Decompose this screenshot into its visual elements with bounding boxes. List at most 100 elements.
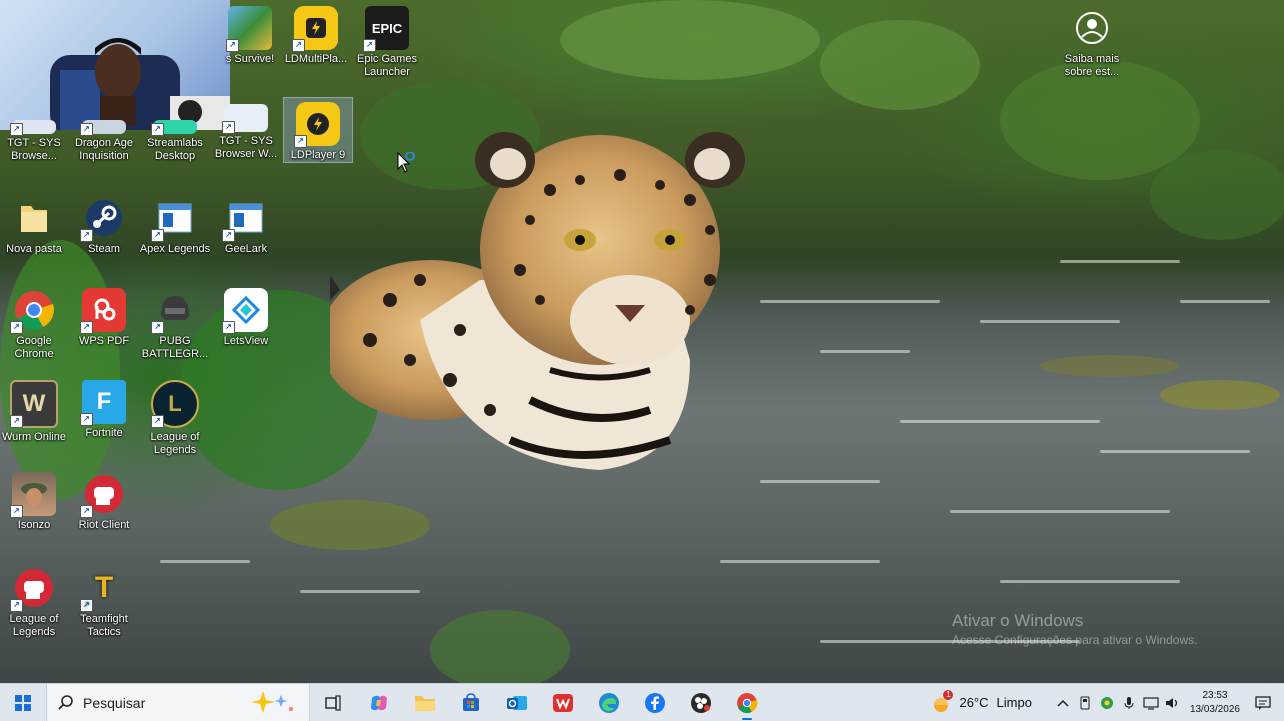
taskbar-wps-office[interactable] bbox=[540, 684, 586, 721]
desktop-icon-geelark[interactable]: ↗ GeeLark bbox=[212, 192, 280, 276]
taskbar-obs-studio[interactable] bbox=[678, 684, 724, 721]
isonzo-soldier-icon: ↗ bbox=[10, 472, 56, 518]
desktop-icon-epic-games[interactable]: EPIC ↗ Epic Games Launcher bbox=[353, 2, 421, 86]
foliage bbox=[270, 500, 430, 550]
weather-alert-badge: 1 bbox=[943, 689, 954, 700]
teamfight-tactics-icon: T ↗ bbox=[80, 566, 126, 612]
geelark-window-icon: ↗ bbox=[222, 196, 268, 242]
network-button[interactable] bbox=[1140, 696, 1162, 710]
search-highlight-sparkle-icon bbox=[251, 691, 293, 713]
edge-browser-icon bbox=[599, 692, 619, 713]
foliage bbox=[820, 20, 980, 110]
network-monitor-icon bbox=[1143, 696, 1159, 710]
notifications-button[interactable] bbox=[1252, 695, 1274, 711]
outlook-icon bbox=[507, 695, 527, 710]
taskbar-copilot[interactable] bbox=[356, 684, 402, 721]
webcam-overlay bbox=[0, 0, 230, 130]
busy-cursor-icon bbox=[397, 152, 415, 173]
riot-fist-icon: ↗ bbox=[10, 566, 56, 612]
start-button[interactable] bbox=[0, 684, 46, 721]
desktop-icon-apex[interactable]: ↗ Apex Legends bbox=[140, 192, 210, 276]
system-tray: 1 26°C Limpo 23:53 13/03/2026 bbox=[931, 684, 1284, 721]
speaker-icon bbox=[1165, 697, 1178, 708]
facebook-icon bbox=[645, 692, 665, 713]
taskbar-outlook[interactable] bbox=[494, 684, 540, 721]
volume-button[interactable] bbox=[1162, 696, 1184, 710]
wurm-online-icon: W ↗ bbox=[10, 380, 58, 428]
tgt-browser-window-icon: ↗ bbox=[222, 104, 268, 134]
person-circle-icon bbox=[1070, 6, 1114, 50]
usb-device-icon bbox=[1080, 696, 1090, 709]
survive-game-icon: ↗ bbox=[226, 6, 272, 52]
desktop-icon-teamfight-tactics[interactable]: T ↗ Teamfight Tactics bbox=[70, 562, 138, 646]
epic-games-icon: EPIC ↗ bbox=[363, 6, 409, 52]
apex-window-icon: ↗ bbox=[151, 196, 197, 242]
steam-icon: ↗ bbox=[80, 196, 126, 242]
taskbar-microsoft-store[interactable] bbox=[448, 684, 494, 721]
taskbar: Pesquisar 1 26°C Limpo 23:53 13/03/2026 bbox=[0, 683, 1284, 721]
windows-logo-icon bbox=[15, 694, 31, 711]
desktop-icon-wps-pdf[interactable]: ↗ WPS PDF bbox=[70, 284, 138, 368]
clock-date: 13/03/2026 bbox=[1189, 703, 1240, 715]
chrome-icon bbox=[737, 692, 758, 713]
show-hidden-icons-button[interactable] bbox=[1052, 699, 1074, 707]
letsview-icon: ↗ bbox=[222, 288, 268, 334]
search-icon bbox=[58, 694, 73, 710]
taskbar-facebook[interactable] bbox=[632, 684, 678, 721]
taskbar-chrome[interactable] bbox=[724, 684, 770, 721]
foliage bbox=[560, 0, 820, 80]
wps-pdf-icon: ↗ bbox=[80, 288, 126, 334]
taskbar-edge[interactable] bbox=[586, 684, 632, 721]
desktop-icon-riot-client[interactable]: ↗ Riot Client bbox=[70, 468, 138, 552]
weather-temperature: 26°C bbox=[959, 695, 989, 710]
foliage bbox=[1040, 355, 1180, 377]
taskbar-clock[interactable]: 23:53 13/03/2026 bbox=[1190, 689, 1240, 717]
watermark-subtitle: Acesse Configurações para ativar o Windo… bbox=[952, 633, 1198, 647]
foliage bbox=[1160, 380, 1280, 410]
desktop-icon-survive[interactable]: ↗ s Survive! bbox=[216, 2, 284, 86]
desktop-icon-wurm-online[interactable]: W ↗ Wurm Online bbox=[0, 376, 68, 460]
taskbar-search-box[interactable]: Pesquisar bbox=[46, 684, 310, 721]
tgt-browser-icon: ↗ bbox=[10, 120, 56, 136]
desktop-icon-steam[interactable]: ↗ Steam bbox=[70, 192, 138, 276]
desktop-icon-chrome[interactable]: ↗ Google Chrome bbox=[0, 284, 68, 368]
search-placeholder: Pesquisar bbox=[83, 694, 146, 711]
riot-fist-icon: ↗ bbox=[80, 472, 126, 518]
desktop-icon-ldmultiplayer[interactable]: ↗ LDMultiPla... bbox=[282, 2, 350, 86]
desktop-icon-tgt-sys-2[interactable]: ↗ TGT - SYS Browser W... bbox=[212, 104, 280, 188]
streamlabs-icon: ↗ bbox=[151, 120, 197, 136]
store-bag-icon bbox=[463, 692, 479, 711]
desktop-icon-league-of-legends-1[interactable]: L ↗ League of Legends bbox=[141, 376, 209, 460]
microphone-button[interactable] bbox=[1118, 696, 1140, 710]
windows-activation-watermark: Ativar o Windows Acesse Configurações pa… bbox=[952, 611, 1197, 647]
folder-icon bbox=[12, 196, 56, 240]
desktop-icon-fortnite[interactable]: F ↗ Fortnite bbox=[70, 376, 138, 460]
webcam-person-image bbox=[50, 38, 230, 130]
chevron-up-icon bbox=[1057, 699, 1069, 707]
weather-description: Limpo bbox=[996, 695, 1032, 710]
wps-office-icon bbox=[553, 693, 573, 712]
tray-device-icon-button[interactable] bbox=[1074, 696, 1096, 710]
task-view-icon bbox=[325, 694, 341, 711]
taskbar-file-explorer[interactable] bbox=[402, 684, 448, 721]
desktop-icon-league-of-legends-2[interactable]: ↗ League of Legends bbox=[0, 562, 68, 646]
task-view-button[interactable] bbox=[310, 684, 356, 721]
desktop-icon-pubg[interactable]: ↗ PUBG BATTLEGR... bbox=[141, 284, 209, 368]
jaguar-image bbox=[330, 132, 745, 470]
fortnite-icon: F ↗ bbox=[80, 380, 126, 426]
pubg-helmet-icon: ↗ bbox=[151, 288, 197, 334]
chrome-icon: ↗ bbox=[10, 288, 56, 334]
desktop-icon-isonzo[interactable]: ↗ Isonzo bbox=[0, 468, 68, 552]
obs-studio-icon bbox=[691, 692, 711, 713]
desktop-icon-nova-pasta[interactable]: Nova pasta bbox=[0, 192, 68, 276]
weather-widget[interactable]: 1 26°C Limpo bbox=[931, 689, 1032, 712]
foliage bbox=[430, 610, 570, 683]
ldmultiplayer-icon: ↗ bbox=[292, 6, 338, 52]
desktop-icon-saiba-mais[interactable]: Saiba mais sobre est... bbox=[1058, 2, 1126, 86]
desktop-icon-letsview[interactable]: ↗ LetsView bbox=[212, 284, 280, 368]
tray-app-icon-button[interactable] bbox=[1096, 696, 1118, 710]
desktop-icon-ldplayer[interactable]: ↗ LDPlayer 9 bbox=[283, 97, 353, 163]
league-of-legends-icon: L ↗ bbox=[151, 380, 199, 428]
ldplayer-icon: ↗ bbox=[294, 102, 340, 148]
copilot-icon bbox=[371, 695, 387, 710]
